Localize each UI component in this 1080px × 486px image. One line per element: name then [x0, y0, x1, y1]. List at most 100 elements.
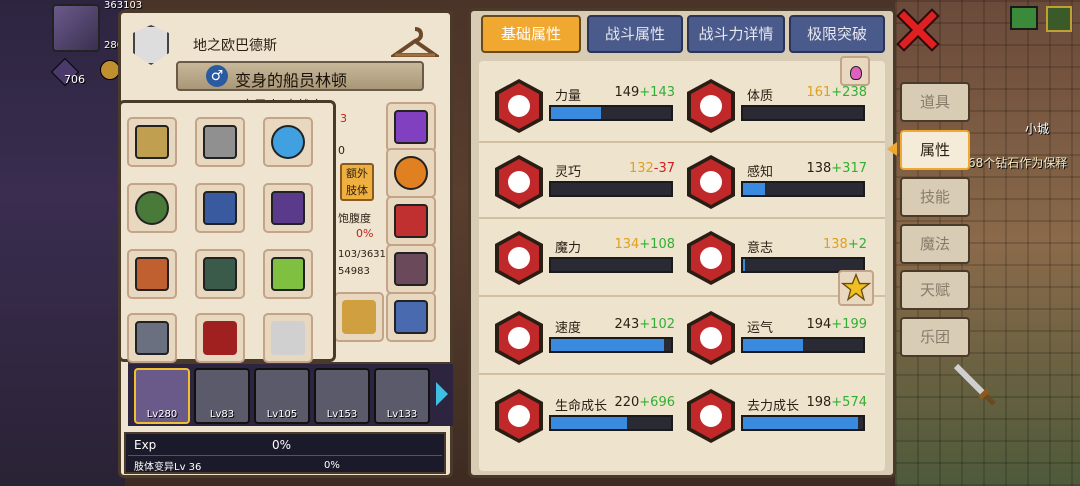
hp-text: 103/3631: [338, 249, 386, 260]
equip-slot-helmet[interactable]: [195, 117, 245, 167]
stat-bar-fill: [743, 259, 746, 271]
hanger-icon[interactable]: [391, 25, 439, 61]
gloves-icon: [135, 257, 169, 291]
blue-helmet-icon: [271, 125, 305, 159]
network-icon[interactable]: [1010, 6, 1038, 30]
stat-bonus-value: +102: [639, 317, 675, 332]
golden-staff-icon: [342, 300, 376, 334]
partial-stat: 0: [338, 144, 345, 157]
stat-row: 运气 194+199: [685, 309, 875, 371]
stat-name: 去力成长: [747, 399, 800, 414]
tab-combat-attributes[interactable]: 战斗属性: [587, 15, 683, 53]
necklace-icon: [135, 191, 169, 225]
sword-icon[interactable]: [950, 360, 998, 408]
stat-base-value: 220: [614, 395, 640, 410]
side-tab-magic[interactable]: 魔法: [900, 224, 970, 264]
close-icon[interactable]: [896, 8, 940, 52]
extra-limb-badge[interactable]: 额外肢体: [340, 163, 374, 201]
side-tab-attributes[interactable]: 属性: [900, 130, 970, 170]
tab-basic-attributes[interactable]: 基础属性: [481, 15, 581, 53]
spiral-icon: [495, 231, 543, 285]
class-emblem-icon: [133, 25, 169, 65]
gem-count: 706: [64, 73, 85, 86]
stat-base-value: 138: [806, 161, 832, 176]
equip-slot-bow[interactable]: [263, 249, 313, 299]
pumpkin-icon: [394, 156, 428, 190]
equip-slot-accessory-purple[interactable]: [386, 102, 436, 152]
class-name: 地之欧巴德斯: [193, 38, 277, 54]
equip-slot-necklace[interactable]: [127, 183, 177, 233]
star-icon[interactable]: [838, 270, 874, 306]
stat-base-value: 198: [806, 395, 832, 410]
body-icon: [687, 79, 735, 133]
stat-value: 138+317: [806, 161, 867, 176]
attributes-list: 力量 149+143 体质 161+238 灵巧 132-37 感知 138+317 魔力 134…: [479, 61, 885, 471]
speed-icon: [495, 311, 543, 365]
equip-slot-gloves[interactable]: [127, 249, 177, 299]
stat-bonus-value: +574: [831, 395, 867, 410]
equip-slot-shield[interactable]: [127, 313, 177, 363]
equipment-grid-popup: [118, 100, 336, 363]
equip-slot-belt[interactable]: [386, 196, 436, 246]
dark-armor-icon: [203, 257, 237, 291]
stat-bonus-value: +238: [831, 85, 867, 100]
party-member-level: Lv105: [266, 409, 298, 420]
equip-slot-blade[interactable]: [195, 313, 245, 363]
stat-row-divider: [479, 217, 885, 219]
tab-combat-power-details[interactable]: 战斗力详情: [687, 15, 785, 53]
stat-name: 灵巧: [555, 165, 582, 180]
equip-slot-backpack[interactable]: [386, 292, 436, 342]
coin-icon: [100, 60, 120, 80]
exit-icon[interactable]: [1046, 6, 1072, 32]
stat-bar-fill: [551, 107, 602, 119]
party-member-level: Lv153: [326, 409, 358, 420]
party-member-slot[interactable]: Lv153: [314, 368, 370, 424]
stat-name: 运气: [747, 321, 774, 336]
equip-slot-amulet[interactable]: [195, 183, 245, 233]
party-member-slot[interactable]: Lv83: [194, 368, 250, 424]
amulet-icon: [203, 191, 237, 225]
clover-icon: [687, 311, 735, 365]
party-member-level: Lv280: [146, 409, 178, 420]
party-next-arrow-icon[interactable]: [436, 382, 448, 406]
character-name: 变身的船员林顿: [235, 71, 348, 90]
party-member-level: Lv133: [386, 409, 418, 420]
stat-row: 魔力 134+108: [493, 229, 683, 291]
party-member-slot[interactable]: Lv105: [254, 368, 310, 424]
exp-divider: [128, 455, 442, 456]
side-tab-skills[interactable]: 技能: [900, 177, 970, 217]
mutation-exp-value: 0%: [324, 460, 340, 471]
stat-base-value: 149: [614, 85, 640, 100]
partial-stat-red: 3: [340, 112, 347, 125]
stat-name: 感知: [747, 165, 774, 180]
stat-name: 力量: [555, 89, 582, 104]
player-avatar[interactable]: [52, 4, 100, 52]
green-bow-icon: [271, 257, 305, 291]
cloak-icon: [271, 191, 305, 225]
male-gender-icon: ♂: [206, 65, 228, 87]
tab-limit-break[interactable]: 极限突破: [789, 15, 885, 53]
stat-bonus-value: +199: [831, 317, 867, 332]
equip-slot-visor[interactable]: [263, 117, 313, 167]
equip-slot-headband[interactable]: [127, 117, 177, 167]
side-tab-items[interactable]: 道具: [900, 82, 970, 122]
stat-row: 体质 161+238: [685, 77, 875, 139]
stat-value: 149+143: [614, 85, 675, 100]
stat-row: 生命成长 220+696: [493, 387, 683, 449]
town-label: 小城: [1025, 122, 1050, 136]
promo-text: 68个钻石作为保释: [968, 156, 1068, 170]
side-tab-band[interactable]: 乐团: [900, 317, 970, 357]
party-member-slot[interactable]: Lv133: [374, 368, 430, 424]
will-icon: [687, 231, 735, 285]
stat-value: 132-37: [629, 161, 675, 176]
equip-slot-boots[interactable]: [386, 244, 436, 294]
party-member-slot[interactable]: Lv280: [134, 368, 190, 424]
potion-icon[interactable]: [840, 56, 870, 86]
attributes-panel: 基础属性 战斗属性 战斗力详情 极限突破 力量 149+143 体质 161+238 灵…: [468, 8, 896, 478]
equip-slot-spear[interactable]: [263, 313, 313, 363]
side-tab-talent[interactable]: 天赋: [900, 270, 970, 310]
equip-slot-armor[interactable]: [195, 249, 245, 299]
equip-slot-cloak[interactable]: [263, 183, 313, 233]
equip-slot-pumpkin[interactable]: [386, 148, 436, 198]
equip-slot-staff[interactable]: [334, 292, 384, 342]
